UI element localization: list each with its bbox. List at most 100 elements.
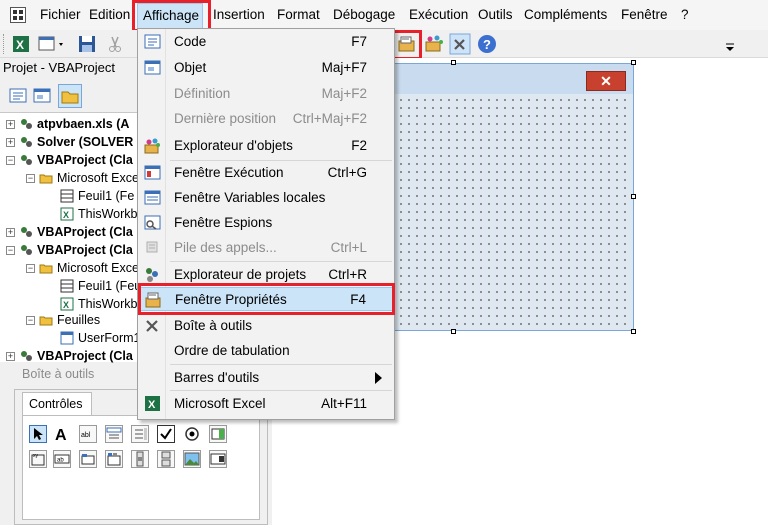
textbox-icon[interactable]: abl <box>79 425 97 443</box>
userform-titlebar[interactable]: ✕ <box>393 64 633 94</box>
vba-app-icon[interactable] <box>10 7 26 23</box>
menu-item-definition[interactable]: Définition Maj+F2 <box>138 82 394 106</box>
menu-item-variables-locales[interactable]: Fenêtre Variables locales <box>138 186 394 210</box>
object-browser-icon <box>144 137 161 154</box>
menu-edition[interactable]: Edition <box>89 7 130 22</box>
menu-item-pile-appels[interactable]: Pile des appels... Ctrl+L <box>138 236 394 260</box>
view-excel-icon[interactable]: X <box>10 33 32 55</box>
tree-node[interactable]: X ThisWorkb <box>60 205 138 223</box>
object-window-icon <box>144 59 161 76</box>
pointer-icon[interactable] <box>29 425 47 443</box>
save-icon[interactable] <box>76 33 98 55</box>
refedit-icon[interactable] <box>209 450 227 468</box>
workbook-icon: X <box>60 297 74 311</box>
userform-icon <box>60 331 74 345</box>
sheet-icon <box>60 279 74 293</box>
tree-node[interactable]: − Microsoft Excel <box>26 169 142 187</box>
optionbutton-icon[interactable] <box>183 425 201 443</box>
cut-icon[interactable] <box>104 33 126 55</box>
menu-execution[interactable]: Exécution <box>409 7 468 22</box>
tree-node[interactable]: Feuil1 (Feu <box>60 277 141 295</box>
resize-handle[interactable] <box>451 60 456 65</box>
menu-item-fenetre-espions[interactable]: Fenêtre Espions <box>138 211 394 235</box>
menu-format[interactable]: Format <box>277 7 320 22</box>
listbox-icon[interactable] <box>131 425 149 443</box>
folder-icon <box>39 261 53 275</box>
call-stack-icon <box>144 239 161 256</box>
view-object-icon[interactable] <box>32 86 52 106</box>
menu-item-explorateur-objets[interactable]: Explorateur d'objets F2 <box>138 134 394 158</box>
toolbox-icon <box>144 317 161 334</box>
tab-controles[interactable]: Contrôles <box>22 392 92 416</box>
menu-fenetre[interactable]: Fenêtre <box>621 7 668 22</box>
image-icon[interactable] <box>183 450 201 468</box>
svg-text:xy: xy <box>33 453 39 459</box>
toolbar-options-dropdown[interactable] <box>724 32 736 56</box>
svg-text:ab: ab <box>57 458 64 464</box>
watch-window-icon <box>144 214 161 231</box>
spinbutton-icon[interactable] <box>157 450 175 468</box>
tree-node[interactable]: Feuil1 (Fe <box>60 187 134 205</box>
highlight-fenetre-proprietes <box>138 283 395 315</box>
vba-project-icon <box>19 117 33 131</box>
tree-node[interactable]: − Feuilles <box>26 311 100 329</box>
toggle-folders-icon[interactable] <box>58 84 82 108</box>
vba-project-icon <box>19 349 33 363</box>
tree-node[interactable]: UserForm1 <box>60 329 141 347</box>
frame-icon[interactable]: xy <box>29 450 47 468</box>
menu-item-barres-outils[interactable]: Barres d'outils <box>138 366 394 390</box>
menu-bar: Fichier Edition Affichage Insertion Form… <box>0 0 768 30</box>
menu-insertion[interactable]: Insertion <box>213 7 265 22</box>
togglebutton-icon[interactable] <box>209 425 227 443</box>
menu-complements[interactable]: Compléments <box>524 7 607 22</box>
menu-fichier[interactable]: Fichier <box>40 7 81 22</box>
label-icon[interactable]: A <box>53 425 71 444</box>
sheet-icon <box>60 189 74 203</box>
svg-text:X: X <box>148 399 156 411</box>
menu-item-objet[interactable]: Objet Maj+F7 <box>138 56 394 80</box>
tree-node[interactable]: + VBAProject (Cla <box>6 347 133 365</box>
checkbox-icon[interactable] <box>157 425 175 443</box>
menu-help[interactable]: ? <box>681 7 689 22</box>
insert-userform-icon[interactable] <box>36 33 63 55</box>
resize-handle[interactable] <box>451 329 456 334</box>
combobox-icon[interactable] <box>105 425 123 443</box>
svg-text:X: X <box>16 38 24 52</box>
tree-node[interactable]: − VBAProject (Cla <box>6 241 133 259</box>
menu-debogage[interactable]: Débogage <box>333 7 395 22</box>
tree-node[interactable]: − Microsoft Excel <box>26 259 142 277</box>
commandbutton-icon[interactable]: ab <box>53 450 71 468</box>
affichage-menu: Code F7 Objet Maj+F7 Définition Maj+F2 D… <box>137 28 395 420</box>
view-code-icon[interactable] <box>8 86 28 106</box>
menu-outils[interactable]: Outils <box>478 7 513 22</box>
tree-node[interactable]: + atpvbaen.xls (A <box>6 115 129 133</box>
locals-window-icon <box>144 189 161 206</box>
project-explorer-toolbar <box>0 80 140 112</box>
menu-item-code[interactable]: Code F7 <box>138 30 394 54</box>
toolbox-icon[interactable] <box>449 33 471 55</box>
tree-node[interactable]: + VBAProject (Cla <box>6 223 133 241</box>
object-browser-icon[interactable] <box>423 33 445 55</box>
multipage-icon[interactable] <box>105 450 123 468</box>
resize-handle[interactable] <box>631 194 636 199</box>
userform-grid[interactable] <box>397 96 629 328</box>
tree-node[interactable]: − VBAProject (Cla <box>6 151 133 169</box>
close-icon[interactable]: ✕ <box>586 71 626 91</box>
scrollbar-icon[interactable] <box>131 450 149 468</box>
toolbar-grip[interactable] <box>3 34 6 54</box>
menu-item-microsoft-excel[interactable]: X Microsoft Excel Alt+F11 <box>138 392 394 416</box>
menu-item-fenetre-execution[interactable]: Fenêtre Exécution Ctrl+G <box>138 161 394 185</box>
userform-designer[interactable]: ✕ <box>392 63 634 331</box>
menu-item-derniere-position[interactable]: Dernière position Ctrl+Maj+F2 <box>138 107 394 131</box>
help-icon[interactable]: ? <box>476 33 498 55</box>
menu-item-boite-outils[interactable]: Boîte à outils <box>138 314 394 338</box>
menu-item-ordre-tabulation[interactable]: Ordre de tabulation <box>138 339 394 363</box>
vba-project-icon <box>19 153 33 167</box>
menu-separator <box>170 364 392 365</box>
tree-node[interactable]: + Solver (SOLVER <box>6 133 133 151</box>
submenu-arrow-icon <box>375 372 382 384</box>
tabstrip-icon[interactable] <box>79 450 97 468</box>
resize-handle[interactable] <box>631 60 636 65</box>
project-tree: + atpvbaen.xls (A + Solver (SOLVER − VBAPro… <box>0 112 142 365</box>
resize-handle[interactable] <box>631 329 636 334</box>
